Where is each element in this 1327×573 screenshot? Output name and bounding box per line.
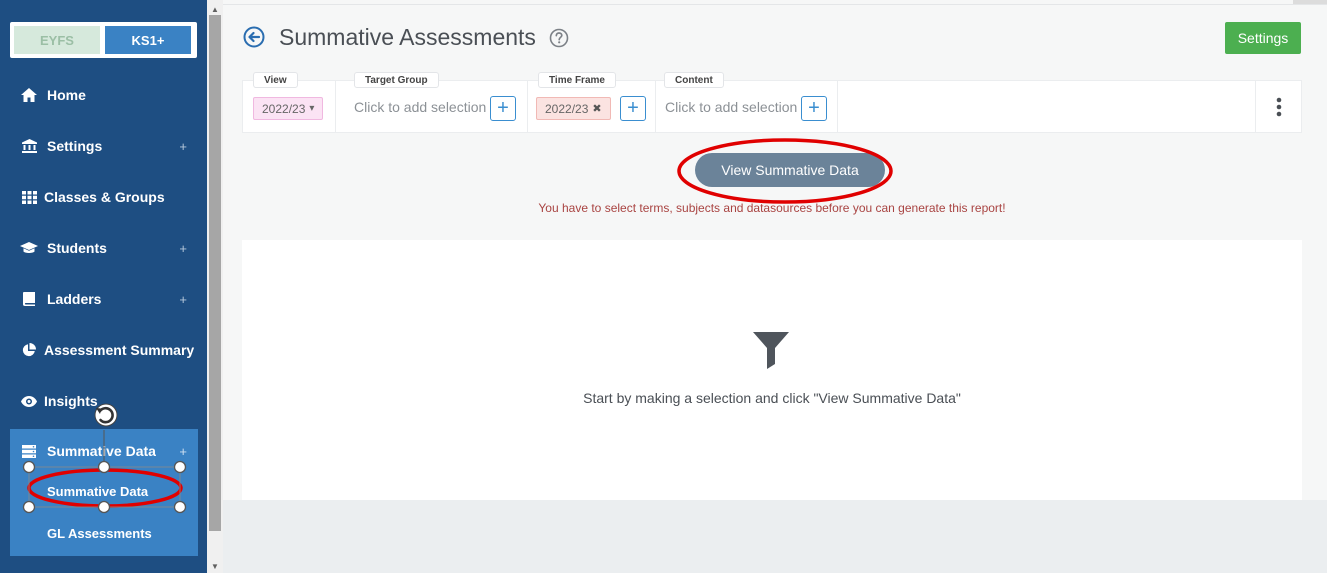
- filter-target-group-label: Target Group: [354, 72, 439, 88]
- stage-switch: EYFS KS1+: [10, 22, 197, 58]
- sidebar-item-settings[interactable]: Settings +: [0, 126, 207, 166]
- app-window: EYFS KS1+ Home Settings + Classes & Grou…: [0, 0, 1327, 573]
- sidebar-item-summative-data[interactable]: Summative Data +: [0, 431, 207, 471]
- sidebar-item-label: Home: [47, 87, 86, 103]
- sidebar-item-students[interactable]: Students +: [0, 228, 207, 268]
- remove-icon[interactable]: ✖: [592, 102, 601, 115]
- sidebar-item-label: Assessment Summary: [44, 342, 195, 358]
- add-content-button[interactable]: +: [801, 96, 827, 121]
- filter-funnel-icon: [752, 331, 790, 374]
- page-title: Summative Assessments: [279, 24, 536, 50]
- validation-warning: You have to select terms, subjects and d…: [538, 201, 1006, 215]
- bank-icon: [18, 139, 40, 153]
- scroll-thumb[interactable]: [209, 15, 221, 531]
- back-arrow-icon[interactable]: [243, 26, 265, 53]
- eye-icon: [18, 395, 40, 407]
- sidebar-item-label: Ladders: [47, 291, 102, 307]
- filter-time-frame-label: Time Frame: [538, 72, 616, 88]
- filter-bar: View 2022/23 ▾ Target Group Click to add…: [242, 72, 1302, 133]
- target-group-placeholder[interactable]: Click to add selection: [354, 99, 486, 115]
- more-options-icon[interactable]: [1255, 81, 1301, 132]
- empty-state-message: Start by making a selection and click "V…: [583, 390, 961, 406]
- content-placeholder[interactable]: Click to add selection: [665, 99, 797, 115]
- sidebar-item-label: Summative Data: [47, 443, 156, 459]
- sidebar-item-insights[interactable]: Insights: [0, 381, 207, 421]
- time-frame-value: 2022/23: [545, 101, 589, 116]
- view-value: 2022/23: [262, 101, 306, 116]
- scroll-up-arrow-icon[interactable]: ▲: [207, 2, 223, 16]
- time-frame-chip: 2022/23 ✖: [536, 97, 611, 120]
- sidebar-item-label: Students: [47, 240, 107, 256]
- graduation-cap-icon: [18, 242, 40, 254]
- sidebar-item-label: Insights: [44, 393, 98, 409]
- sidebar-subitem-gl-assessments[interactable]: GL Assessments: [47, 526, 152, 541]
- top-divider: [223, 4, 1327, 5]
- sidebar-item-label: Classes & Groups: [44, 189, 165, 205]
- add-target-group-button[interactable]: +: [490, 96, 516, 121]
- filter-content: Content Click to add selection +: [656, 72, 838, 132]
- expand-icon[interactable]: +: [179, 292, 187, 307]
- book-icon: [18, 292, 40, 306]
- help-icon[interactable]: [549, 28, 569, 53]
- home-icon: [18, 88, 40, 102]
- settings-button[interactable]: Settings: [1225, 22, 1301, 54]
- expand-icon[interactable]: +: [179, 241, 187, 256]
- filter-content-label: Content: [664, 72, 724, 88]
- filter-target-group: Target Group Click to add selection +: [336, 72, 528, 132]
- sidebar-item-assessment-summary[interactable]: Assessment Summary: [0, 330, 207, 370]
- view-dropdown[interactable]: 2022/23 ▾: [253, 97, 324, 120]
- pie-chart-icon: [18, 343, 40, 357]
- sidebar-item-home[interactable]: Home: [0, 75, 207, 115]
- filter-time-frame: Time Frame 2022/23 ✖ +: [528, 72, 656, 132]
- main-content: Summative Assessments Settings View 2022…: [223, 0, 1327, 573]
- sidebar-item-label: Settings: [47, 138, 103, 154]
- chevron-down-icon: ▾: [309, 103, 315, 114]
- window-corner: [1293, 0, 1327, 4]
- add-time-frame-button[interactable]: +: [620, 96, 646, 121]
- filter-view: View 2022/23 ▾: [243, 72, 336, 132]
- sidebar-scrollbar[interactable]: ▲ ▼: [207, 0, 223, 573]
- expand-icon[interactable]: +: [179, 139, 187, 154]
- results-panel: Start by making a selection and click "V…: [242, 240, 1302, 500]
- view-summative-data-button[interactable]: View Summative Data: [695, 153, 885, 187]
- sidebar-item-classes-groups[interactable]: Classes & Groups: [0, 177, 207, 217]
- scroll-down-arrow-icon[interactable]: ▼: [207, 559, 223, 573]
- expand-icon[interactable]: +: [179, 444, 187, 459]
- sidebar-item-ladders[interactable]: Ladders +: [0, 279, 207, 319]
- grid-icon: [18, 190, 40, 204]
- sidebar-subitem-summative-data[interactable]: Summative Data: [47, 484, 148, 499]
- sidebar: EYFS KS1+ Home Settings + Classes & Grou…: [0, 0, 207, 573]
- filter-view-label: View: [253, 72, 298, 88]
- stage-ks1-button[interactable]: KS1+: [105, 26, 191, 54]
- stage-eyfs-button[interactable]: EYFS: [14, 26, 100, 54]
- database-icon: [18, 444, 40, 458]
